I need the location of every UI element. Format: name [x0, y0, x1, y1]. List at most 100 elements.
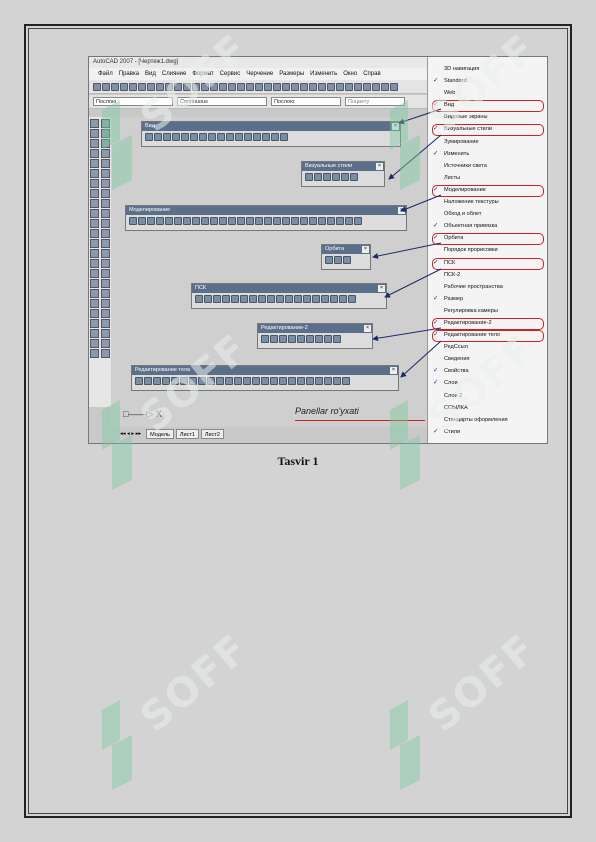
tool-icon[interactable] [279, 377, 287, 385]
tool-icon[interactable] [231, 295, 239, 303]
tool-icon[interactable] [144, 377, 152, 385]
menu-item-toolbar[interactable]: ✓ Орбита [428, 232, 547, 246]
tool-icon[interactable] [318, 82, 326, 91]
tool-icon[interactable] [249, 295, 257, 303]
tool-icon[interactable] [327, 217, 335, 225]
tool-icon[interactable] [315, 377, 323, 385]
tool-icon[interactable] [276, 295, 284, 303]
tool-icon[interactable] [348, 295, 356, 303]
tool-icon[interactable] [261, 377, 269, 385]
tool-icon[interactable] [342, 377, 350, 385]
tool-icon[interactable] [334, 256, 342, 264]
tab-2[interactable]: Лист2 [200, 429, 224, 439]
tool-icon[interactable] [282, 217, 290, 225]
tool-icon[interactable] [90, 209, 99, 218]
tool-icon[interactable] [261, 335, 269, 343]
tool-icon[interactable] [262, 133, 270, 141]
tool-icon[interactable] [321, 295, 329, 303]
tool-icon[interactable] [336, 82, 344, 91]
menu-item-toolbar[interactable]: ✓ ПСК [428, 257, 547, 270]
tool-icon[interactable] [219, 217, 227, 225]
menu-item-toolbar[interactable]: Обход и облет [428, 208, 547, 220]
menu-item[interactable]: Черчение [243, 68, 276, 80]
tool-icon[interactable] [90, 239, 99, 248]
menu-item-toolbar[interactable]: ПСК-2 [428, 269, 547, 281]
tool-icon[interactable] [222, 295, 230, 303]
menu-item-toolbar[interactable]: ✓ Объектная привязка [428, 220, 547, 232]
menu-item-toolbar[interactable]: Регулировка камеры [428, 305, 547, 317]
menu-item[interactable]: Размеры [276, 68, 307, 80]
menu-item[interactable]: Справ [360, 68, 383, 80]
tool-icon[interactable] [90, 279, 99, 288]
tool-icon[interactable] [282, 82, 290, 91]
menu-item-toolbar[interactable]: ✓ Размер [428, 293, 547, 305]
tool-icon[interactable] [156, 217, 164, 225]
tool-icon[interactable] [341, 173, 349, 181]
tool-icon[interactable] [228, 217, 236, 225]
tool-icon[interactable] [324, 335, 332, 343]
tool-icon[interactable] [390, 82, 398, 91]
tool-icon[interactable] [372, 82, 380, 91]
tool-icon[interactable] [90, 329, 99, 338]
close-icon[interactable]: × [398, 207, 405, 214]
tool-icon[interactable] [101, 229, 110, 238]
tool-icon[interactable] [306, 377, 314, 385]
tool-icon[interactable] [90, 349, 99, 358]
tool-icon[interactable] [90, 309, 99, 318]
tool-icon[interactable] [90, 339, 99, 348]
tool-icon[interactable] [195, 295, 203, 303]
tool-icon[interactable] [101, 239, 110, 248]
tool-icon[interactable] [90, 199, 99, 208]
tool-icon[interactable] [181, 133, 189, 141]
tool-icon[interactable] [101, 249, 110, 258]
tool-icon[interactable] [333, 377, 341, 385]
tool-icon[interactable] [90, 319, 99, 328]
tool-icon[interactable] [246, 82, 254, 91]
tool-icon[interactable] [90, 269, 99, 278]
tool-icon[interactable] [300, 217, 308, 225]
tool-icon[interactable] [354, 217, 362, 225]
tool-icon[interactable] [279, 335, 287, 343]
menu-item-toolbar[interactable]: Наложение текстуры [428, 196, 547, 208]
tool-icon[interactable] [217, 133, 225, 141]
tool-icon[interactable] [297, 335, 305, 343]
menu-item-toolbar[interactable]: ✓ Моделирование [428, 184, 547, 198]
tool-icon[interactable] [101, 209, 110, 218]
panel-visual-styles[interactable]: Визуальные стили × [301, 161, 385, 187]
tool-icon[interactable] [147, 217, 155, 225]
menu-item[interactable]: Правка [116, 68, 142, 80]
tool-icon[interactable] [129, 217, 137, 225]
panel-edit2[interactable]: Редактирование-2 × [257, 323, 373, 349]
tool-icon[interactable] [192, 217, 200, 225]
tool-icon[interactable] [280, 133, 288, 141]
tool-icon[interactable] [323, 173, 331, 181]
tool-icon[interactable] [306, 335, 314, 343]
tool-icon[interactable] [264, 217, 272, 225]
tool-icon[interactable] [101, 189, 110, 198]
menu-item-toolbar[interactable]: Листы [428, 172, 547, 184]
tool-icon[interactable] [172, 133, 180, 141]
tool-icon[interactable] [273, 82, 281, 91]
tool-icon[interactable] [300, 82, 308, 91]
tool-icon[interactable] [343, 256, 351, 264]
tool-icon[interactable] [101, 329, 110, 338]
tool-icon[interactable] [101, 349, 110, 358]
tool-icon[interactable] [288, 335, 296, 343]
tool-icon[interactable] [297, 377, 305, 385]
tool-icon[interactable] [243, 377, 251, 385]
tool-icon[interactable] [336, 217, 344, 225]
tool-icon[interactable] [237, 217, 245, 225]
tool-icon[interactable] [101, 299, 110, 308]
close-icon[interactable]: × [362, 246, 369, 253]
tool-icon[interactable] [101, 269, 110, 278]
tool-icon[interactable] [101, 289, 110, 298]
panel-ucs[interactable]: ПСК × [191, 283, 387, 309]
tool-icon[interactable] [285, 295, 293, 303]
tool-icon[interactable] [327, 82, 335, 91]
tab-1[interactable]: Лист1 [175, 429, 199, 439]
tool-icon[interactable] [138, 217, 146, 225]
menu-item[interactable]: Изменить [307, 68, 340, 80]
tool-icon[interactable] [291, 217, 299, 225]
tool-icon[interactable] [267, 295, 275, 303]
tool-icon[interactable] [90, 249, 99, 258]
